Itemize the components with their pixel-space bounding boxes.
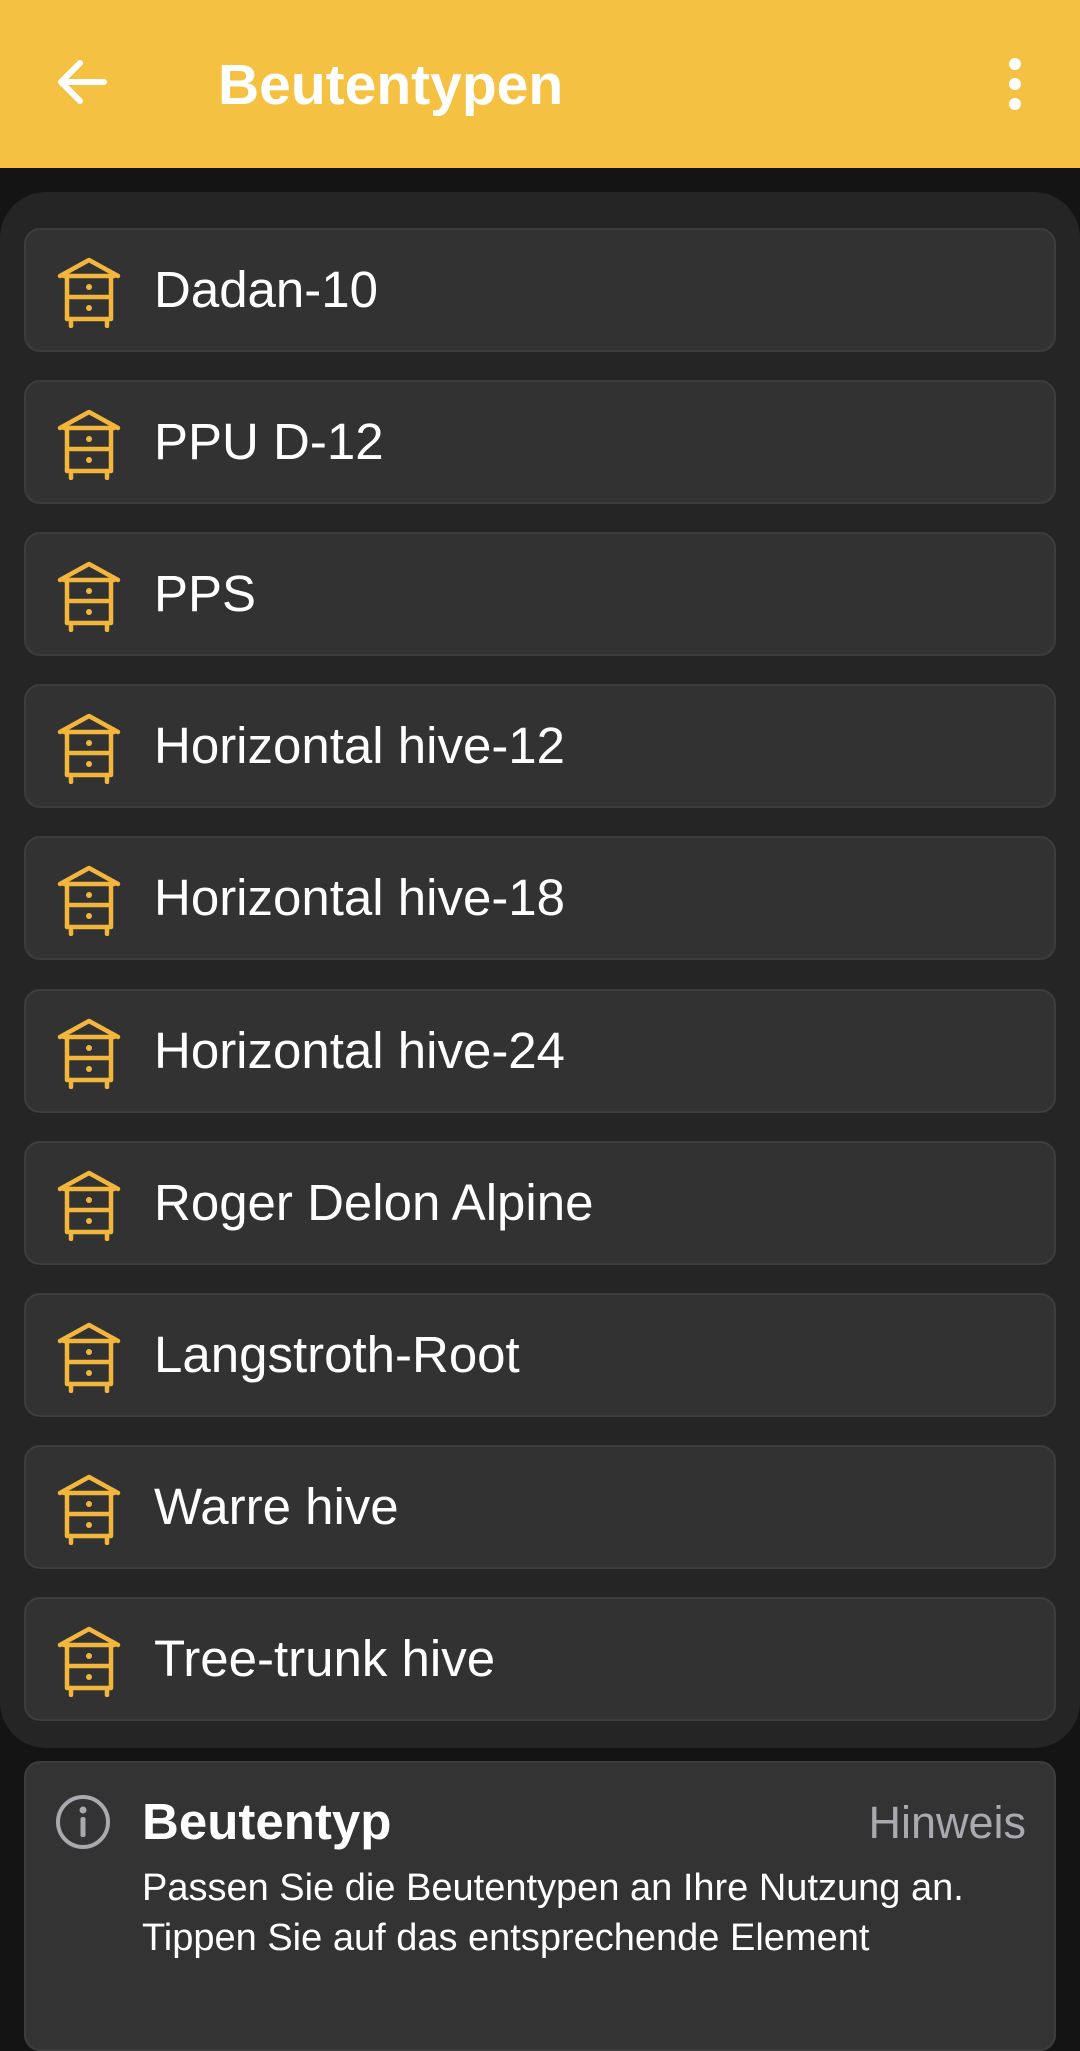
more-options-button[interactable] — [975, 44, 1055, 124]
beehive-icon — [56, 1169, 122, 1242]
info-text: Passen Sie die Beutentypen an Ihre Nutzu… — [142, 1867, 964, 1959]
list-item[interactable]: Horizontal hive-12 — [24, 684, 1056, 808]
beehive-icon — [56, 408, 122, 481]
beehive-icon — [56, 1473, 122, 1546]
list-item[interactable]: Langstroth-Root — [24, 1293, 1056, 1417]
list-item-label: Warre hive — [154, 1478, 399, 1535]
list-item[interactable]: Warre hive — [24, 1445, 1056, 1569]
list-item-label: PPS — [154, 565, 257, 622]
beehive-icon — [56, 712, 122, 785]
list-item[interactable]: PPS — [24, 532, 1056, 656]
list-item[interactable]: Horizontal hive-24 — [24, 989, 1056, 1113]
list-item[interactable]: PPU D-12 — [24, 380, 1056, 504]
hint-label: Hinweis — [868, 1797, 1026, 1848]
arrow-left-icon — [58, 60, 107, 104]
beehive-icon — [56, 256, 122, 329]
list-item-label: Tree-trunk hive — [154, 1630, 496, 1687]
list-item[interactable]: Dadan-10 — [24, 228, 1056, 352]
app-bar: Beutentypen — [0, 0, 1080, 168]
list-item-label: Horizontal hive-18 — [154, 869, 566, 926]
beehive-icon — [56, 1625, 122, 1698]
info-icon — [56, 1795, 110, 1849]
beehive-icon — [56, 864, 122, 937]
more-vertical-icon — [1009, 58, 1021, 110]
beehive-icon — [56, 1321, 122, 1394]
list-item-label: Dadan-10 — [154, 261, 378, 318]
list-item-label: Horizontal hive-12 — [154, 717, 566, 774]
list-item-label: Roger Delon Alpine — [154, 1174, 594, 1231]
beehive-icon — [56, 560, 122, 633]
list-item[interactable]: Tree-trunk hive — [24, 1597, 1056, 1721]
list-item-label: PPU D-12 — [154, 413, 384, 470]
info-card: Beutentyp Hinweis Passen Sie die Beutent… — [24, 1761, 1056, 2051]
list-item[interactable]: Horizontal hive-18 — [24, 836, 1056, 960]
info-title: Beutentyp — [142, 1793, 392, 1850]
back-button[interactable] — [40, 40, 124, 124]
list-item-label: Horizontal hive-24 — [154, 1022, 566, 1079]
list-item-label: Langstroth-Root — [154, 1326, 520, 1383]
list-item[interactable]: Roger Delon Alpine — [24, 1141, 1056, 1265]
page-title: Beutentypen — [218, 53, 564, 117]
beehive-icon — [56, 1017, 122, 1090]
